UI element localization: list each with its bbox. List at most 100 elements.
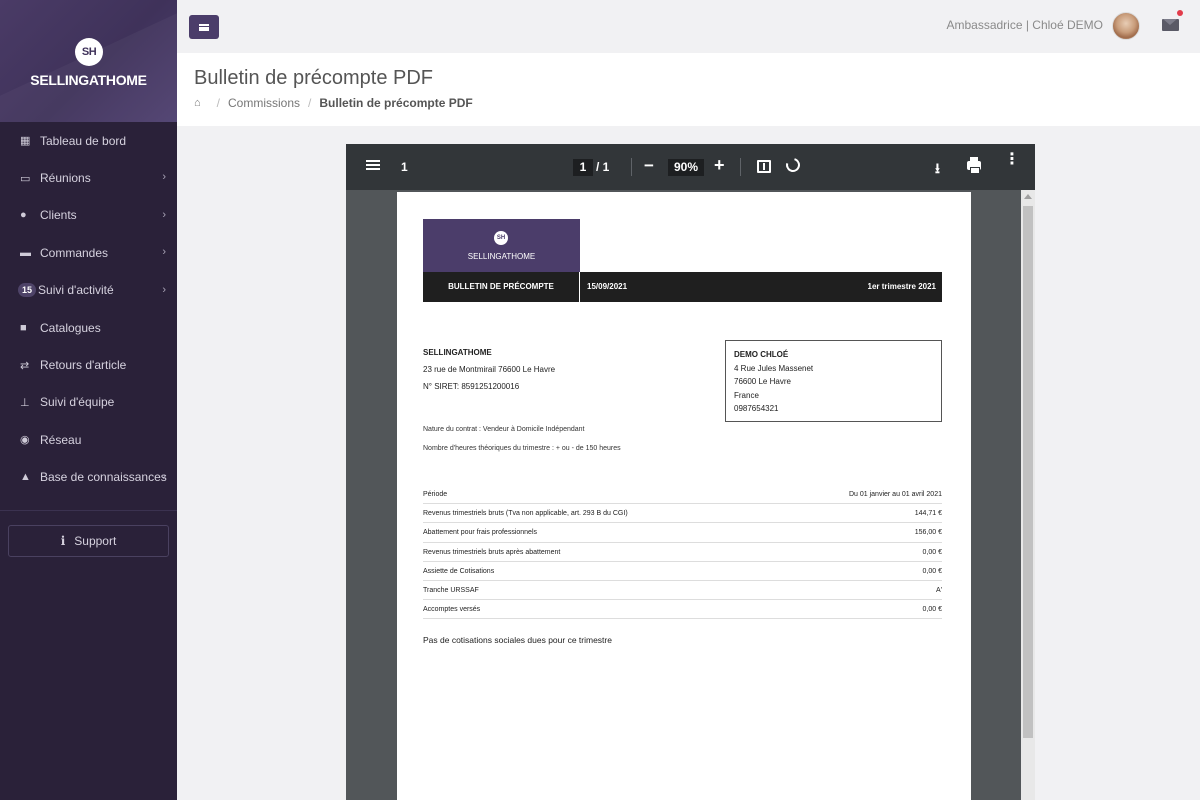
sidebar-item-activity[interactable]: 15 Suivi d'activité › — [0, 272, 177, 309]
sidebar-item-dashboard[interactable]: ▦ Tableau de bord — [0, 122, 177, 159]
sidebar-item-label: Clients — [40, 208, 77, 223]
pdf-page: SH SELLINGATHOME BULLETIN DE PRÉCOMPTE 1… — [397, 192, 971, 800]
sidebar-item-network[interactable]: ◉ Réseau — [0, 421, 177, 458]
pdf-client-name: DEMO CHLOÉ — [734, 350, 789, 359]
book-icon: ■ — [20, 321, 27, 334]
pdf-page-input[interactable]: 1 — [573, 159, 593, 176]
table-row: Accomptes versés 0,00 € — [423, 600, 942, 620]
breadcrumb-item-current: Bulletin de précompte PDF — [319, 96, 473, 110]
sidebar-item-clients[interactable]: ● Clients › — [0, 197, 177, 234]
table-cell-value: 156,00 € — [914, 529, 942, 537]
table-cell-value: A' — [935, 586, 942, 594]
brand-logo-icon: SH — [75, 38, 103, 66]
page-title: Bulletin de précompte PDF — [194, 67, 434, 89]
table-cell-label: Revenus trimestriels bruts (Tva non appl… — [423, 510, 628, 518]
pdf-page-label: 1 — [401, 160, 408, 174]
info-icon: i — [60, 534, 66, 548]
pdf-toolbar: 1 1 / 1 − 90% + ⭳ ⋮ — [346, 144, 1035, 190]
breadcrumb-item-commissions[interactable]: Commissions — [228, 96, 300, 110]
pdf-client-street: 4 Rue Jules Massenet — [734, 363, 814, 373]
pdf-client-city: 76600 Le Havre — [734, 377, 791, 386]
sidebar-item-label: Retours d'article — [40, 358, 127, 373]
sidebar-item-knowledge-base[interactable]: ▲ Base de connaissances › — [0, 459, 177, 496]
sidebar-item-team[interactable]: ⊥ Suivi d'équipe — [0, 384, 177, 421]
table-row: Tranche URSSAF A' — [423, 581, 942, 601]
pdf-logo: SH SELLINGATHOME — [423, 219, 580, 272]
chevron-right-icon: › — [162, 470, 166, 483]
table-row: Période Du 01 janvier au 01 avril 2021 — [423, 485, 942, 505]
table-cell-value: 0,00 € — [922, 606, 942, 614]
pdf-scrollbar-thumb[interactable] — [1023, 206, 1033, 738]
calendar-icon: ▭ — [20, 172, 31, 185]
table-row: Assiette de Cotisations 0,00 € — [423, 562, 942, 581]
pdf-logo-icon: SH — [494, 231, 508, 245]
pdf-client-block: DEMO CHLOÉ 4 Rue Jules Massenet 76600 Le… — [725, 340, 942, 422]
user-label[interactable]: Ambassadrice | Chloé DEMO — [946, 18, 1103, 32]
zoom-input[interactable]: 90% — [668, 159, 704, 176]
sidebar-item-label: Réseau — [40, 432, 82, 447]
sidebar-item-catalogs[interactable]: ■ Catalogues — [0, 309, 177, 346]
brand-header[interactable]: SH SELLINGATHOME — [0, 0, 177, 122]
table-cell-label: Tranche URSSAF — [423, 586, 479, 594]
table-cell-value: 0,00 € — [922, 567, 942, 575]
table-cell-label: Revenus trimestriels bruts après abattem… — [423, 548, 561, 556]
pdf-company-siret: N° SIRET: 8591251200016 — [423, 382, 520, 391]
pdf-contract-type: Nature du contrat : Vendeur à Domicile I… — [423, 426, 585, 433]
table-cell-label: Assiette de Cotisations — [423, 567, 495, 575]
sidebar-divider — [0, 510, 177, 511]
top-bar: Ambassadrice | Chloé DEMO — [177, 0, 1200, 53]
exchange-icon: ⇄ — [20, 359, 30, 372]
pdf-title-bar: BULLETIN DE PRÉCOMPTE 15/09/2021 1er tri… — [423, 272, 942, 302]
sidebar-item-label: Suivi d'équipe — [40, 395, 115, 410]
activity-count-badge: 15 — [18, 283, 37, 298]
dashboard-icon: ▦ — [20, 135, 31, 148]
mail-icon[interactable] — [1162, 19, 1179, 31]
sidebar: SH SELLINGATHOME ▦ Tableau de bord ▭ Réu… — [0, 0, 177, 800]
download-icon[interactable]: ⭳ — [935, 158, 940, 182]
sidebar-item-returns[interactable]: ⇄ Retours d'article — [0, 346, 177, 383]
chevron-right-icon: › — [162, 283, 166, 296]
table-row: Revenus trimestriels bruts après abattem… — [423, 543, 942, 562]
sidebar-item-orders[interactable]: ▬ Commandes › — [0, 234, 177, 271]
pdf-hours: Nombre d'heures théoriques du trimestre … — [423, 445, 621, 452]
scroll-up-icon[interactable] — [1024, 194, 1032, 199]
globe-icon: ◉ — [20, 434, 30, 447]
table-row: Revenus trimestriels bruts (Tva non appl… — [423, 504, 942, 524]
pdf-note: Pas de cotisations sociales dues pour ce… — [423, 635, 612, 645]
support-button[interactable]: i Support — [8, 525, 169, 557]
menu-icon — [199, 23, 209, 31]
notification-dot — [1177, 10, 1183, 16]
table-cell-value: 0,00 € — [922, 548, 942, 556]
sitemap-icon: ⊥ — [20, 396, 30, 409]
pdf-doc-quarter: 1er trimestre 2021 — [867, 282, 937, 291]
zoom-in-icon[interactable]: + — [714, 155, 725, 176]
home-icon[interactable]: ⌂ — [194, 97, 201, 109]
pdf-menu-icon[interactable] — [366, 160, 380, 170]
sidebar-item-label: Suivi d'activité — [38, 283, 114, 298]
pdf-company-address: 23 rue de Montmirail 76600 Le Havre — [423, 365, 556, 374]
pdf-viewer: 1 1 / 1 − 90% + ⭳ ⋮ SH SELLINGATHOME BUL… — [346, 144, 1035, 800]
pdf-client-phone: 0987654321 — [734, 404, 779, 413]
sidebar-nav: ▦ Tableau de bord ▭ Réunions › ● Clients… — [0, 122, 177, 496]
avatar[interactable] — [1112, 12, 1140, 40]
pdf-client-country: France — [734, 390, 759, 400]
table-cell-label: Période — [423, 491, 448, 498]
sidebar-item-label: Commandes — [40, 245, 109, 260]
print-icon[interactable] — [967, 157, 981, 174]
users-icon: ● — [20, 209, 27, 222]
menu-toggle-button[interactable] — [189, 15, 219, 39]
table-cell-label: Abattement pour frais professionnels — [423, 529, 538, 537]
graduation-cap-icon: ▲ — [20, 471, 31, 484]
table-cell-value: 144,71 € — [914, 510, 942, 518]
fit-page-icon[interactable] — [757, 160, 771, 173]
sidebar-item-label: Tableau de bord — [40, 133, 127, 148]
sidebar-item-meetings[interactable]: ▭ Réunions › — [0, 159, 177, 196]
breadcrumb-separator: / — [308, 96, 312, 110]
more-icon[interactable]: ⋮ — [1004, 152, 1020, 168]
rotate-icon[interactable] — [783, 155, 803, 175]
zoom-out-icon[interactable]: − — [644, 156, 654, 176]
breadcrumb-separator: / — [216, 96, 220, 110]
support-label: Support — [74, 534, 117, 548]
brand-decoration — [0, 10, 177, 122]
toolbar-divider — [631, 158, 632, 176]
